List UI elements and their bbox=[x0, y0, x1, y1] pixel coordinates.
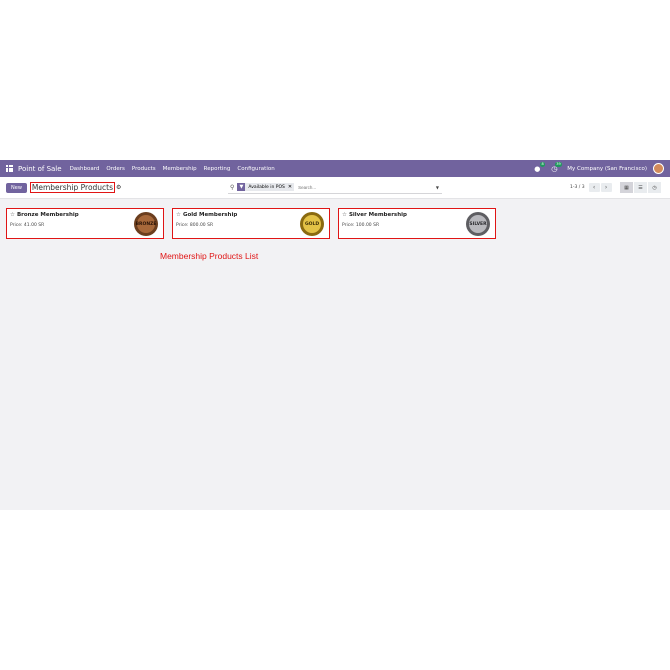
kanban-view-icon[interactable]: ▦ bbox=[620, 182, 633, 193]
apps-grid-icon[interactable] bbox=[6, 165, 13, 172]
card-title-row: ☆ Silver Membership bbox=[342, 212, 407, 218]
filter-facet: ▼ Available in POS ✕ bbox=[237, 183, 295, 191]
medal-label: GOLD bbox=[303, 215, 321, 233]
chevron-right-icon[interactable]: › bbox=[600, 183, 612, 192]
search-bar: ⚲ ▼ Available in POS ✕ ▼ bbox=[228, 181, 442, 194]
facet-label: Available in POS bbox=[248, 184, 285, 190]
card-price: Price: 800.00 SR bbox=[176, 223, 214, 228]
control-panel: New Membership Products ⚙ ⚲ ▼ Available … bbox=[0, 177, 670, 199]
star-icon[interactable]: ☆ bbox=[342, 212, 347, 218]
menu-configuration[interactable]: Configuration bbox=[237, 166, 274, 172]
new-button[interactable]: New bbox=[6, 182, 27, 193]
pager: 1-3 / 3 ‹ › bbox=[570, 183, 612, 192]
card-price: Price: 41.00 SR bbox=[10, 223, 45, 228]
top-navbar: Point of Sale Dashboard Orders Products … bbox=[0, 160, 670, 177]
annotation-label: Membership Products List bbox=[160, 251, 259, 261]
card-title-row: ☆ Bronze Membership bbox=[10, 212, 79, 218]
card-title: Gold Membership bbox=[182, 212, 238, 218]
menu-products[interactable]: Products bbox=[132, 166, 156, 172]
bronze-medal-image: BRONZE bbox=[134, 212, 158, 236]
silver-medal-image: SILVER bbox=[466, 212, 490, 236]
medal-label: BRONZE bbox=[136, 215, 156, 233]
list-view-icon[interactable]: ☰ bbox=[634, 182, 647, 193]
chevron-left-icon[interactable]: ‹ bbox=[588, 183, 600, 192]
kanban-card-silver[interactable]: ☆ Silver Membership Price: 100.00 SR SILV… bbox=[338, 208, 496, 239]
star-icon[interactable]: ☆ bbox=[176, 212, 181, 218]
company-switcher[interactable]: My Company (San Francisco) bbox=[567, 166, 647, 172]
chat-icon[interactable]: ● 8 bbox=[533, 161, 546, 173]
chevron-down-icon[interactable]: ▼ bbox=[436, 185, 439, 190]
navbar-systray: ● 8 ◷ 39 My Company (San Francisco) bbox=[533, 161, 670, 174]
card-title: Silver Membership bbox=[348, 212, 407, 218]
star-icon[interactable]: ☆ bbox=[10, 212, 15, 218]
gear-icon[interactable]: ⚙ bbox=[116, 184, 121, 191]
menu-dashboard[interactable]: Dashboard bbox=[70, 166, 100, 172]
chat-badge: 8 bbox=[540, 161, 546, 167]
app-window: Point of Sale Dashboard Orders Products … bbox=[0, 160, 670, 510]
app-brand[interactable]: Point of Sale bbox=[18, 165, 62, 173]
kanban-card-gold[interactable]: ☆ Gold Membership Price: 800.00 SR GOLD bbox=[172, 208, 330, 239]
search-icon[interactable]: ⚲ bbox=[230, 184, 234, 191]
menu-reporting[interactable]: Reporting bbox=[204, 166, 231, 172]
card-title-row: ☆ Gold Membership bbox=[176, 212, 237, 218]
view-switcher: ▦ ☰ ◷ bbox=[620, 182, 662, 193]
menu-orders[interactable]: Orders bbox=[106, 166, 125, 172]
avatar[interactable] bbox=[653, 163, 664, 174]
medal-label: SILVER bbox=[469, 215, 487, 233]
activity-badge: 39 bbox=[554, 161, 563, 167]
gold-medal-image: GOLD bbox=[300, 212, 324, 236]
card-title: Bronze Membership bbox=[16, 212, 79, 218]
kanban-card-bronze[interactable]: ☆ Bronze Membership Price: 41.00 SR BRONZ… bbox=[6, 208, 164, 239]
menu-membership[interactable]: Membership bbox=[163, 166, 197, 172]
breadcrumb: Membership Products bbox=[29, 182, 116, 193]
clock-icon[interactable]: ◷ 39 bbox=[550, 161, 563, 173]
activity-view-icon[interactable]: ◷ bbox=[648, 182, 661, 193]
card-price: Price: 100.00 SR bbox=[342, 223, 380, 228]
search-input[interactable] bbox=[298, 184, 409, 190]
filter-icon: ▼ bbox=[237, 183, 246, 191]
close-icon[interactable]: ✕ bbox=[288, 184, 292, 190]
pager-value[interactable]: 1-3 / 3 bbox=[570, 185, 585, 190]
